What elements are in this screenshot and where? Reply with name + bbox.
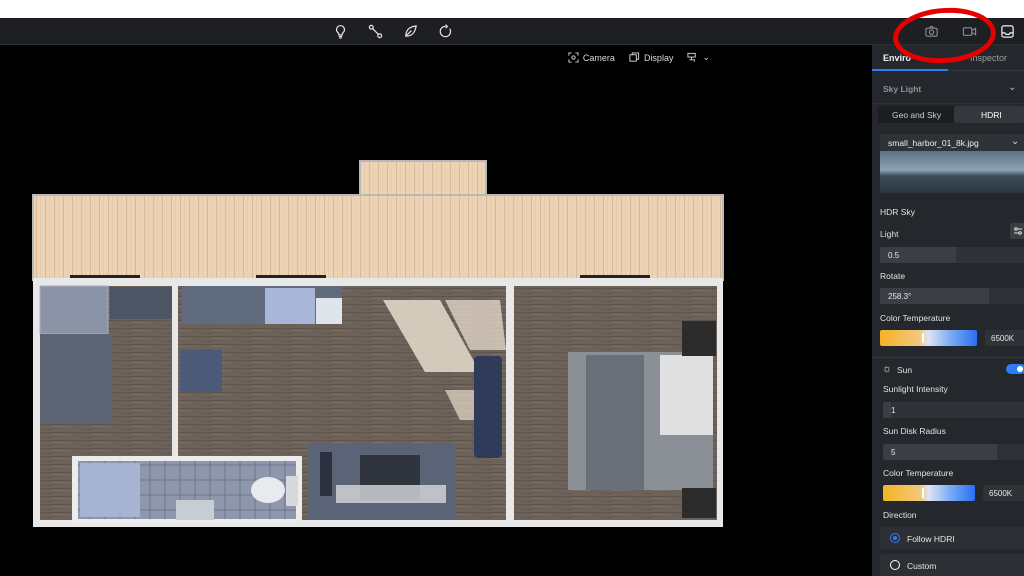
layout-dropdown[interactable]: ⌄ (687, 52, 710, 63)
app-window: Camera Display ⌄ Enviro Inspector Sky Li… (0, 0, 1024, 576)
color-temperature-label: Color Temperature (880, 313, 951, 323)
color-temperature-thumb[interactable] (921, 333, 924, 343)
sun-toggle[interactable] (1006, 364, 1024, 374)
chevron-down-icon: ⌄ (1011, 136, 1020, 147)
sun-color-temperature-thumb[interactable] (922, 488, 925, 498)
properties-panel: Enviro Inspector Sky Light ⌄ Geo and Sky… (872, 45, 1024, 576)
rotate-slider[interactable]: 258.3° (880, 288, 1024, 304)
custom-label: Custom (907, 561, 937, 571)
hdr-sky-label: HDR Sky (880, 207, 915, 217)
hdri-file-select[interactable]: small_harbor_01_8k.jpg ⌄ (880, 134, 1024, 151)
color-temperature-value[interactable]: 6500K (985, 330, 1024, 346)
leaf-icon[interactable] (401, 22, 419, 40)
tab-hdri-label: HDRI (981, 110, 1002, 120)
sun-color-temperature-value[interactable]: 6500K (983, 485, 1024, 501)
sun-color-temperature-label: Color Temperature (883, 468, 954, 478)
rotate-value: 258.3° (888, 292, 912, 301)
display-button[interactable]: Display (629, 52, 674, 63)
sun-disk-radius-value: 5 (891, 448, 896, 457)
display-label: Display (643, 52, 674, 63)
sunlight-intensity-fill (883, 402, 891, 418)
direction-option-follow-hdri[interactable]: Follow HDRI (880, 527, 1024, 549)
sun-disk-radius-fill (883, 444, 997, 460)
inbox-icon[interactable] (998, 22, 1016, 40)
sky-subtabs: Geo and Sky HDRI (878, 106, 1024, 123)
tab-geo-and-sky[interactable]: Geo and Sky (892, 110, 941, 120)
floor-plan-render[interactable] (0, 45, 872, 576)
direction-option-custom[interactable]: Custom (880, 554, 1024, 576)
custom-radio[interactable] (890, 560, 900, 570)
direction-label: Direction (883, 510, 917, 520)
tab-hdri[interactable]: HDRI (954, 106, 1024, 123)
camera-label: Camera (582, 52, 615, 63)
path-icon[interactable] (366, 22, 384, 40)
divider (872, 357, 1024, 358)
sunlight-intensity-label: Sunlight Intensity (883, 384, 948, 394)
sun-disk-radius-slider[interactable]: 5 (883, 444, 1024, 460)
sun-color-temperature-slider[interactable] (883, 485, 975, 501)
rotate-icon[interactable] (436, 22, 454, 40)
sun-toggle-knob (1017, 366, 1023, 372)
hdri-file-name: small_harbor_01_8k.jpg (888, 138, 979, 148)
top-toolbar (0, 18, 1024, 45)
sun-icon: ☼ (882, 363, 893, 375)
sunlight-intensity-slider[interactable]: 1 (883, 402, 1024, 418)
camera-button[interactable]: Camera (568, 52, 615, 63)
hdri-preview-image (880, 151, 1024, 193)
chevron-down-icon: ⌄ (1008, 82, 1017, 93)
viewport-toolbar: Camera Display ⌄ (568, 52, 710, 63)
follow-hdri-label: Follow HDRI (907, 534, 955, 544)
chevron-down-icon: ⌄ (702, 52, 710, 62)
sliders-icon[interactable] (1010, 223, 1024, 239)
light-value: 0.5 (888, 251, 900, 260)
sun-title: Sun (897, 365, 913, 375)
follow-hdri-radio[interactable] (890, 533, 900, 543)
3d-viewport[interactable]: Camera Display ⌄ (0, 45, 872, 576)
color-temperature-slider[interactable] (880, 330, 977, 346)
sky-light-header[interactable]: Sky Light ⌄ (872, 72, 1024, 104)
sky-light-title: Sky Light (883, 84, 922, 94)
lightbulb-icon[interactable] (331, 22, 349, 40)
light-label: Light (880, 229, 899, 239)
sun-disk-radius-label: Sun Disk Radius (883, 426, 946, 436)
window-top-strip (0, 0, 1024, 18)
active-tab-indicator (872, 69, 948, 71)
rotate-label: Rotate (880, 271, 906, 281)
sunlight-intensity-value: 1 (891, 406, 896, 415)
light-slider[interactable]: 0.5 (880, 247, 1024, 263)
